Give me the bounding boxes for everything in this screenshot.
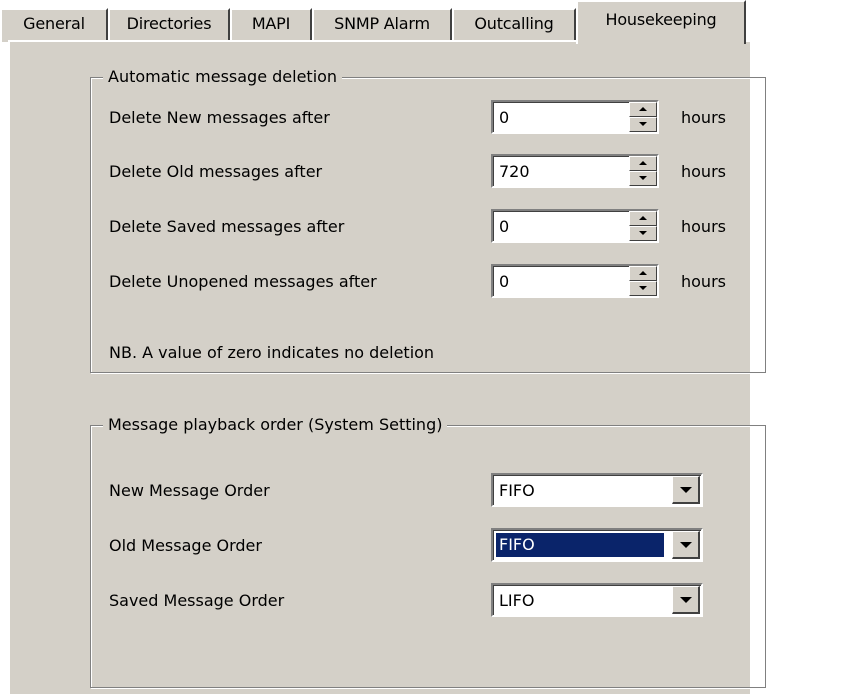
down-arrow-icon — [639, 176, 647, 180]
delete-unopened-spinner[interactable]: 0 — [491, 264, 659, 298]
spin-up-button[interactable] — [629, 211, 657, 226]
new-order-dropdown[interactable]: FIFO — [491, 473, 703, 507]
up-arrow-icon — [639, 271, 647, 275]
spin-up-button[interactable] — [629, 266, 657, 281]
delete-saved-label: Delete Saved messages after — [109, 217, 345, 236]
delete-saved-value[interactable]: 0 — [499, 217, 509, 236]
deletion-note: NB. A value of zero indicates no deletio… — [109, 343, 435, 362]
spinner-buttons — [629, 211, 657, 241]
up-arrow-icon — [639, 107, 647, 111]
tab-label: MAPI — [251, 14, 291, 33]
tab-mapi[interactable]: MAPI — [230, 8, 312, 42]
tab-label: Directories — [126, 14, 212, 33]
dropdown-button[interactable] — [672, 531, 700, 559]
tab-label: General — [23, 14, 85, 33]
spin-down-button[interactable] — [629, 226, 657, 241]
old-order-value: FIFO — [495, 532, 665, 558]
spinner-buttons — [629, 266, 657, 296]
housekeeping-panel: Automatic message deletion Delete New me… — [8, 40, 766, 694]
down-arrow-icon — [639, 122, 647, 126]
tab-directories[interactable]: Directories — [108, 8, 230, 42]
delete-new-spinner[interactable]: 0 — [491, 100, 659, 134]
new-order-label: New Message Order — [109, 481, 270, 500]
tab-housekeeping[interactable]: Housekeeping — [576, 0, 746, 44]
saved-order-label: Saved Message Order — [109, 591, 285, 610]
dropdown-button[interactable] — [672, 586, 700, 614]
tab-outcalling[interactable]: Outcalling — [452, 8, 576, 42]
tab-snmp-alarm[interactable]: SNMP Alarm — [312, 8, 452, 42]
spin-up-button[interactable] — [629, 102, 657, 117]
spin-down-button[interactable] — [629, 171, 657, 186]
spin-down-button[interactable] — [629, 117, 657, 132]
dropdown-button[interactable] — [672, 476, 700, 504]
delete-unopened-value[interactable]: 0 — [499, 272, 509, 291]
chevron-down-icon — [680, 542, 692, 548]
tab-label: SNMP Alarm — [334, 14, 430, 33]
delete-saved-spinner[interactable]: 0 — [491, 209, 659, 243]
spin-up-button[interactable] — [629, 156, 657, 171]
delete-saved-unit: hours — [681, 217, 726, 236]
delete-unopened-label: Delete Unopened messages after — [109, 272, 377, 291]
tab-general[interactable]: General — [0, 8, 108, 42]
tab-label: Housekeeping — [605, 10, 717, 29]
deletion-groupbox-title: Automatic message deletion — [103, 67, 343, 86]
delete-old-spinner[interactable]: 720 — [491, 154, 659, 188]
delete-new-label: Delete New messages after — [109, 108, 330, 127]
saved-order-dropdown[interactable]: LIFO — [491, 583, 703, 617]
down-arrow-icon — [639, 286, 647, 290]
delete-unopened-unit: hours — [681, 272, 726, 291]
delete-new-unit: hours — [681, 108, 726, 127]
delete-old-value[interactable]: 720 — [499, 162, 530, 181]
spin-down-button[interactable] — [629, 281, 657, 296]
tab-strip: General Directories MAPI SNMP Alarm Outc… — [0, 0, 851, 44]
tab-label: Outcalling — [474, 14, 554, 33]
new-order-value: FIFO — [499, 481, 535, 500]
up-arrow-icon — [639, 216, 647, 220]
playback-groupbox: Message playback order (System Setting) … — [90, 415, 766, 688]
chevron-down-icon — [680, 487, 692, 493]
playback-groupbox-title: Message playback order (System Setting) — [103, 415, 448, 434]
spinner-buttons — [629, 156, 657, 186]
delete-new-value[interactable]: 0 — [499, 108, 509, 127]
saved-order-value: LIFO — [499, 591, 535, 610]
delete-old-label: Delete Old messages after — [109, 162, 323, 181]
delete-old-unit: hours — [681, 162, 726, 181]
old-order-label: Old Message Order — [109, 536, 262, 555]
chevron-down-icon — [680, 597, 692, 603]
up-arrow-icon — [639, 161, 647, 165]
old-order-dropdown[interactable]: FIFO — [491, 528, 703, 562]
down-arrow-icon — [639, 231, 647, 235]
deletion-groupbox: Automatic message deletion Delete New me… — [90, 67, 766, 373]
spinner-buttons — [629, 102, 657, 132]
